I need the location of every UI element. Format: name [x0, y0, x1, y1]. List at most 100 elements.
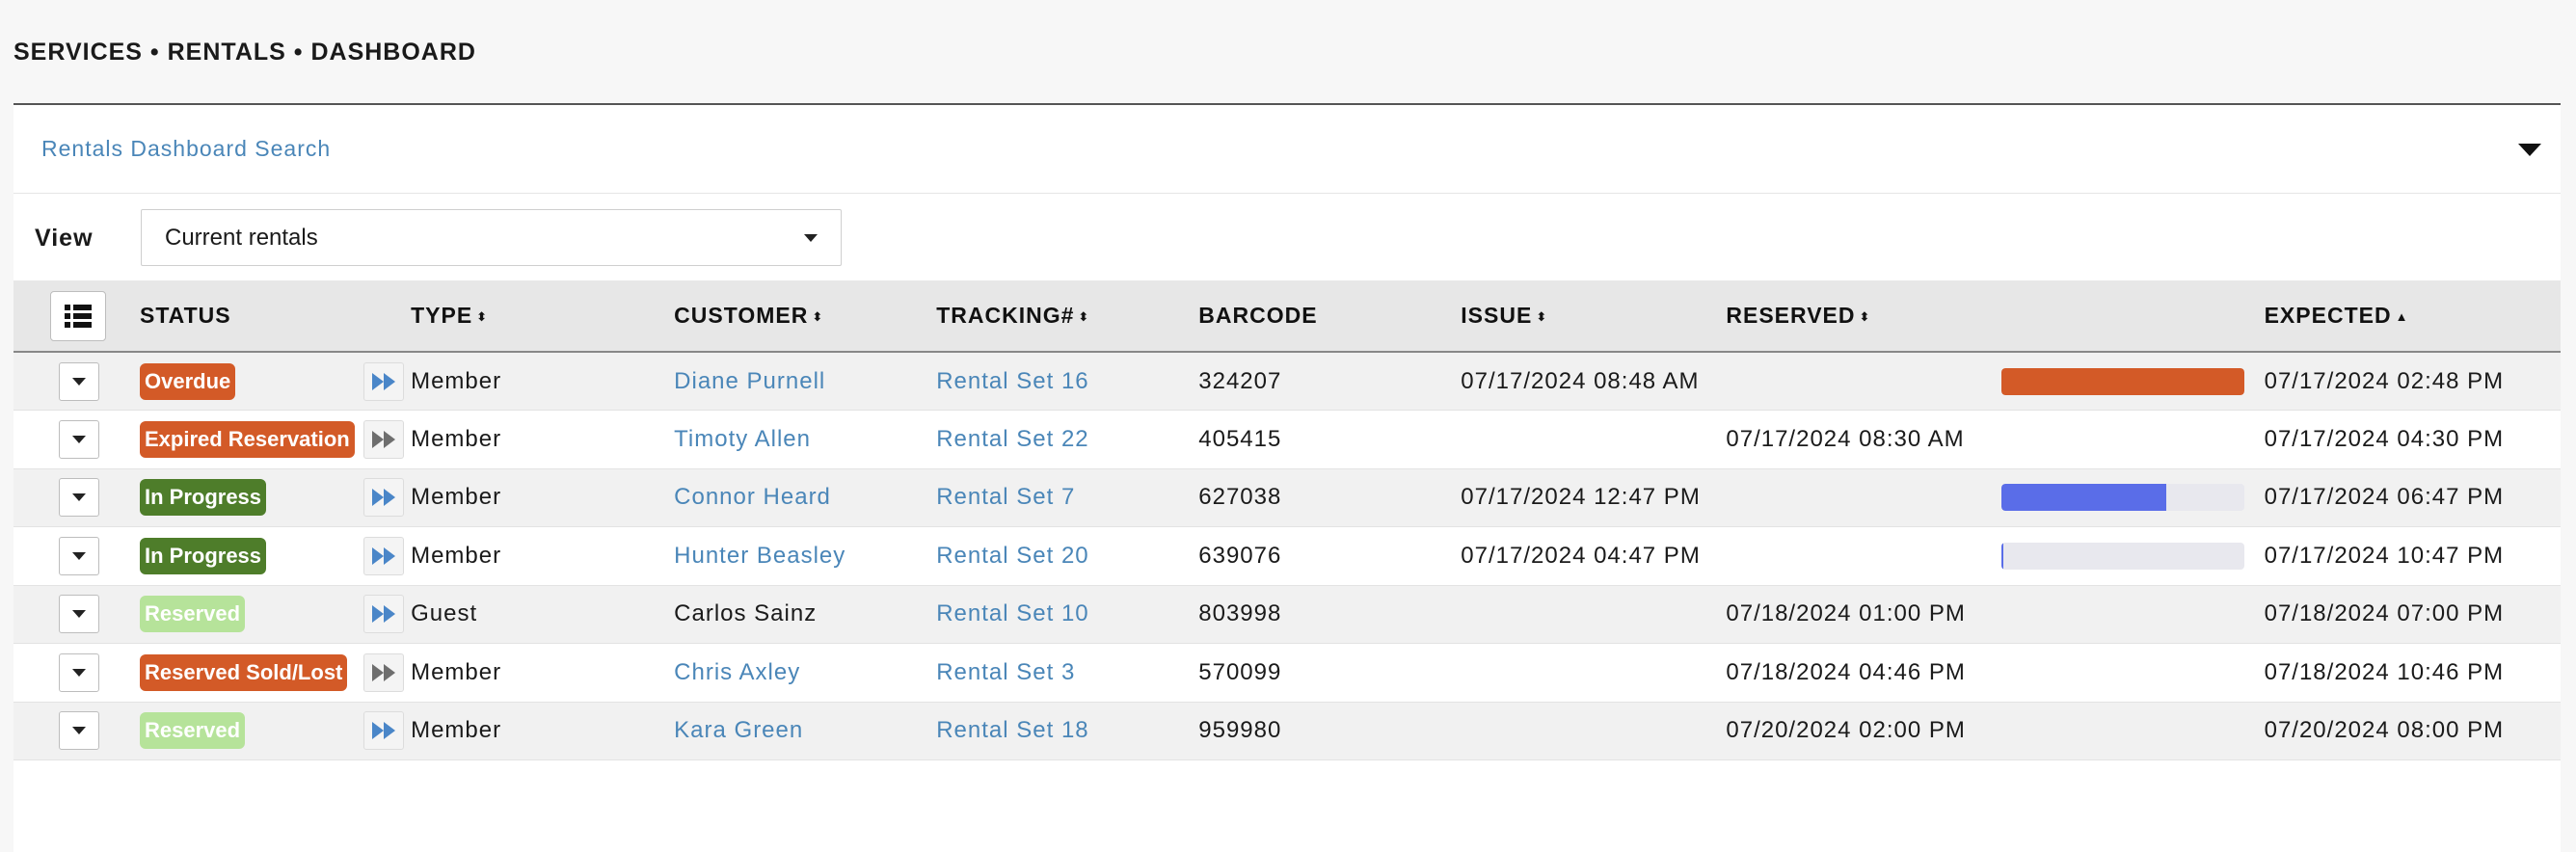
column-list-button[interactable] — [50, 290, 106, 341]
status-cell: Reserved Sold/Lost — [139, 644, 363, 703]
status-badge: In Progress — [139, 479, 267, 517]
status-cell: Reserved — [139, 585, 363, 644]
sort-icon: ⬍ — [1078, 309, 1090, 324]
reserved-cell: 07/18/2024 01:00 PM — [1726, 600, 1966, 627]
search-accordion[interactable]: Rentals Dashboard Search — [13, 105, 2561, 194]
issue-cell: 07/17/2024 04:47 PM — [1461, 542, 1701, 569]
expected-cell: 07/20/2024 08:00 PM — [2264, 717, 2505, 744]
progress-cell — [2001, 585, 2265, 644]
fast-forward-button[interactable] — [362, 711, 404, 751]
table-row: Expired Reservation Member Timoty Allen Ren… — [13, 410, 2561, 469]
tracking-link[interactable]: Rental Set 20 — [936, 527, 1198, 586]
status-cell: In Progress — [139, 527, 363, 586]
chevron-down-icon[interactable] — [2516, 140, 2543, 159]
fast-forward-button[interactable] — [362, 652, 404, 692]
row-dropdown-button[interactable] — [59, 419, 99, 459]
tracking-link[interactable]: Rental Set 7 — [936, 468, 1198, 527]
rental-progress-fill — [2000, 367, 2244, 395]
caret-down-icon — [72, 377, 86, 386]
fast-forward-icon — [371, 722, 395, 740]
type-cell: Member — [411, 717, 502, 744]
row-actions-cell — [13, 702, 140, 760]
row-dropdown-button[interactable] — [59, 361, 99, 401]
reserved-cell — [1726, 468, 2000, 527]
customer-cell[interactable]: Chris Axley — [674, 644, 936, 703]
caret-down-icon — [72, 551, 86, 560]
issue-cell — [1461, 644, 1726, 703]
fast-forward-button[interactable] — [362, 536, 404, 575]
view-select[interactable]: Current rentals — [141, 209, 842, 266]
status-badge: Expired Reservation — [139, 420, 355, 458]
status-cell: In Progress — [139, 468, 363, 527]
tracking-link[interactable]: Rental Set 10 — [936, 585, 1198, 644]
customer-cell[interactable]: Timoty Allen — [674, 411, 936, 469]
progress-cell — [2001, 644, 2265, 703]
progress-cell — [2000, 468, 2265, 527]
barcode-cell: 639076 — [1198, 542, 1282, 569]
caret-down-icon — [72, 668, 86, 677]
tracking-link[interactable]: Rental Set 18 — [936, 702, 1198, 760]
column-progress — [2001, 280, 2265, 352]
progress-cell — [2001, 702, 2265, 760]
breadcrumb: SERVICES • RENTALS • DASHBOARD — [13, 39, 476, 66]
reserved-cell — [1726, 352, 2000, 411]
customer-cell[interactable]: Kara Green — [674, 702, 936, 760]
tracking-link[interactable]: Rental Set 3 — [936, 644, 1198, 703]
row-actions-cell — [13, 468, 140, 527]
expected-cell: 07/17/2024 06:47 PM — [2264, 484, 2505, 511]
view-label: View — [35, 225, 94, 252]
column-customer[interactable]: CUSTOMER ⬍ — [674, 280, 936, 352]
progress-cell — [2000, 352, 2265, 411]
barcode-cell: 803998 — [1198, 600, 1282, 627]
rentals-panel: Rentals Dashboard Search View Current re… — [13, 103, 2561, 852]
view-select-value: Current rentals — [165, 224, 318, 251]
tracking-link[interactable]: Rental Set 22 — [936, 411, 1198, 469]
caret-down-icon — [72, 435, 86, 443]
column-status: STATUS — [139, 303, 231, 328]
type-cell: Guest — [411, 600, 478, 627]
rental-progress-fill — [2000, 484, 2166, 512]
reserved-cell: 07/20/2024 02:00 PM — [1726, 717, 1966, 744]
tracking-link[interactable]: Rental Set 16 — [936, 352, 1198, 411]
column-issue[interactable]: ISSUE ⬍ — [1461, 280, 1726, 352]
status-badge: In Progress — [139, 537, 267, 574]
row-actions-cell — [13, 352, 140, 411]
row-dropdown-button[interactable] — [59, 652, 99, 692]
customer-cell: Carlos Sainz — [674, 600, 818, 627]
customer-cell[interactable]: Diane Purnell — [674, 352, 936, 411]
fast-forward-button[interactable] — [362, 595, 404, 634]
row-dropdown-button[interactable] — [59, 536, 99, 575]
forward-cell — [362, 352, 411, 411]
type-cell: Member — [411, 542, 502, 569]
customer-cell[interactable]: Hunter Beasley — [674, 527, 936, 586]
customer-cell[interactable]: Connor Heard — [674, 468, 936, 527]
issue-cell — [1461, 585, 1726, 644]
issue-cell: 07/17/2024 08:48 AM — [1461, 367, 1700, 394]
column-toggle-cell — [13, 280, 140, 352]
caret-down-icon — [72, 610, 86, 619]
caret-down-icon — [72, 727, 86, 735]
table-row: Reserved Guest Carlos Sainz Rental Set 10 80… — [13, 585, 2561, 644]
caret-down-icon — [804, 233, 818, 242]
fast-forward-icon — [371, 372, 395, 390]
search-title[interactable]: Rentals Dashboard Search — [41, 136, 331, 162]
column-expected[interactable]: EXPECTED ▲ — [2265, 280, 2561, 352]
type-cell: Member — [411, 658, 502, 685]
fast-forward-button[interactable] — [362, 361, 404, 401]
row-dropdown-button[interactable] — [59, 478, 99, 518]
fast-forward-button[interactable] — [362, 419, 404, 459]
row-dropdown-button[interactable] — [59, 711, 99, 751]
row-actions-cell — [13, 644, 140, 703]
table-row: Reserved Member Kara Green Rental Set 18 959… — [13, 702, 2561, 760]
issue-cell — [1461, 702, 1726, 760]
reserved-cell: 07/18/2024 04:46 PM — [1726, 658, 1966, 685]
row-dropdown-button[interactable] — [59, 595, 99, 634]
rental-progress-bar — [2000, 542, 2244, 570]
column-type[interactable]: TYPE ⬍ — [411, 280, 674, 352]
column-reserved[interactable]: RESERVED ⬍ — [1726, 280, 2000, 352]
column-tracking[interactable]: TRACKING# ⬍ — [936, 280, 1198, 352]
sort-asc-icon: ▲ — [2395, 309, 2409, 324]
expected-cell: 07/17/2024 02:48 PM — [2264, 367, 2505, 394]
fast-forward-button[interactable] — [362, 478, 404, 518]
column-barcode: BARCODE — [1198, 303, 1318, 328]
